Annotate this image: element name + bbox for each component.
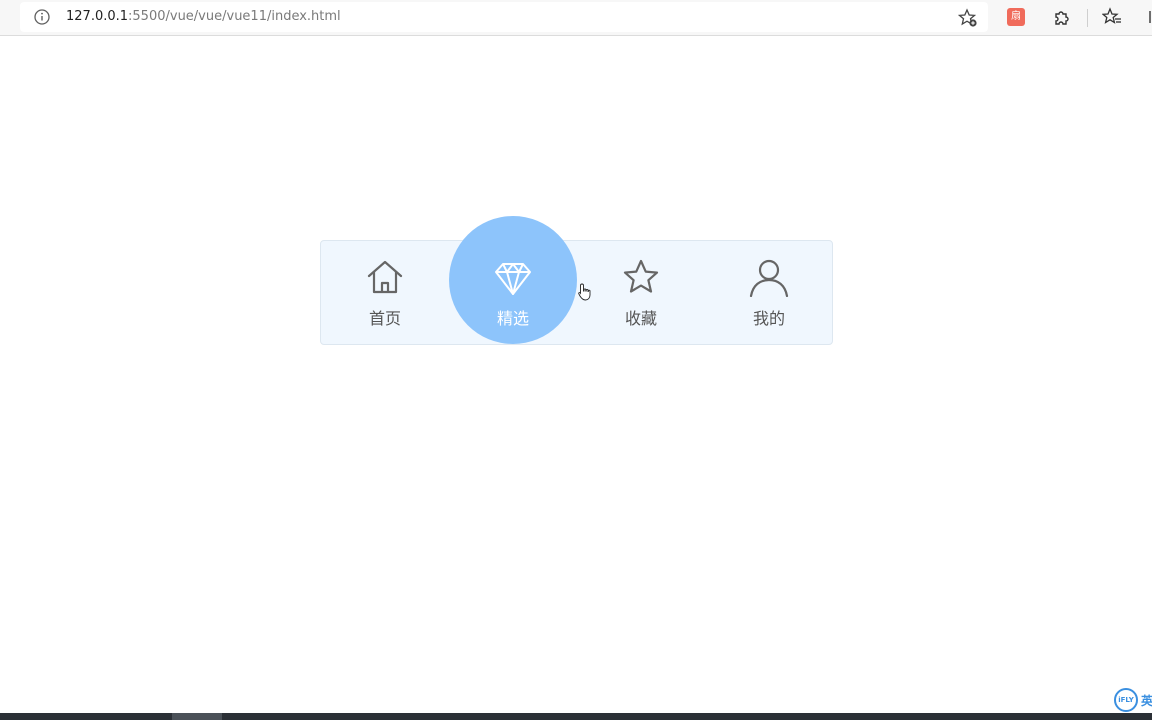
address-bar[interactable]: 127.0.0.1:5500/vue/vue/vue11/index.html	[20, 2, 988, 32]
user-icon	[749, 259, 789, 297]
home-icon	[367, 260, 403, 294]
taskbar-active-item[interactable]	[172, 713, 222, 720]
tab-favorites[interactable]: 收藏	[577, 241, 705, 344]
collections-icon[interactable]	[1142, 7, 1152, 27]
url-text[interactable]: 127.0.0.1:5500/vue/vue/vue11/index.html	[66, 9, 341, 24]
star-icon	[623, 259, 659, 293]
favorites-icon[interactable]	[1102, 7, 1122, 27]
tab-home-label: 首页	[368, 309, 401, 328]
taskbar	[0, 713, 1152, 720]
ime-badge-icon[interactable]: iFLY	[1114, 688, 1138, 712]
ime-language-label[interactable]: 英	[1141, 692, 1152, 709]
extension-icon[interactable]: 扇	[1007, 8, 1025, 26]
diamond-icon	[495, 263, 531, 295]
tab-home[interactable]: 首页	[321, 241, 449, 344]
tab-favorites-label: 收藏	[624, 309, 657, 328]
browser-toolbar: 127.0.0.1:5500/vue/vue/vue11/index.html …	[0, 0, 1152, 36]
url-host: 127.0.0.1	[66, 9, 129, 24]
add-favorite-icon[interactable]	[958, 8, 978, 28]
hand-cursor-icon	[578, 283, 591, 301]
tab-featured-label: 精选	[496, 309, 529, 328]
tab-featured[interactable]: 精选	[449, 216, 577, 344]
info-icon[interactable]	[34, 9, 50, 25]
tab-mine[interactable]: 我的	[705, 241, 833, 344]
toolbar-separator	[1087, 9, 1088, 27]
tab-bar: 首页 精选 收藏 我的	[320, 216, 833, 345]
extensions-puzzle-icon[interactable]	[1052, 7, 1072, 27]
url-path: :5500/vue/vue/vue11/index.html	[128, 9, 341, 24]
tab-mine-label: 我的	[752, 309, 785, 328]
